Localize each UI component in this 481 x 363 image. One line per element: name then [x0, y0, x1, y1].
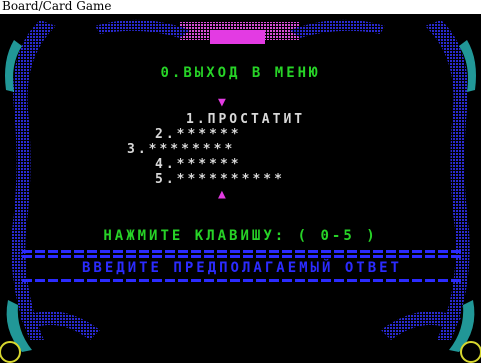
menu-option-5[interactable]: 5.**********	[155, 172, 285, 187]
menu-option-1[interactable]: 1.ПРОСТАТИТ	[186, 112, 305, 127]
game-screen: Board/Card Game 0.ВЫХОД В МЕНЮ ▼ 1.ПРОСТ…	[0, 0, 481, 363]
menu-option-3[interactable]: 3.********	[127, 142, 235, 157]
scroll-down-arrow-icon[interactable]: ▲	[218, 188, 226, 201]
answer-input-bar[interactable]: ВВЕДИТЕ ПРЕДПОЛАГАЕМЫЙ ОТВЕТ	[22, 250, 462, 284]
bottom-ornament	[0, 311, 481, 363]
top-banner-ornament	[95, 19, 385, 44]
scroll-up-arrow-icon[interactable]: ▼	[218, 96, 226, 109]
answer-top-divider	[22, 250, 462, 253]
answer-input-prompt[interactable]: ВВЕДИТЕ ПРЕДПОЛАГАЕМЫЙ ОТВЕТ	[22, 260, 462, 276]
answer-top-divider-2	[22, 255, 462, 258]
menu-option-exit[interactable]: 0.ВЫХОД В МЕНЮ	[0, 64, 481, 82]
key-prompt: НАЖМИТЕ КЛАВИШУ: ( 0-5 )	[103, 228, 378, 244]
window-title: Board/Card Game	[0, 0, 481, 14]
menu-option-2[interactable]: 2.******	[155, 127, 242, 142]
menu-option-4[interactable]: 4.******	[155, 157, 242, 172]
answer-bottom-divider	[22, 279, 462, 282]
